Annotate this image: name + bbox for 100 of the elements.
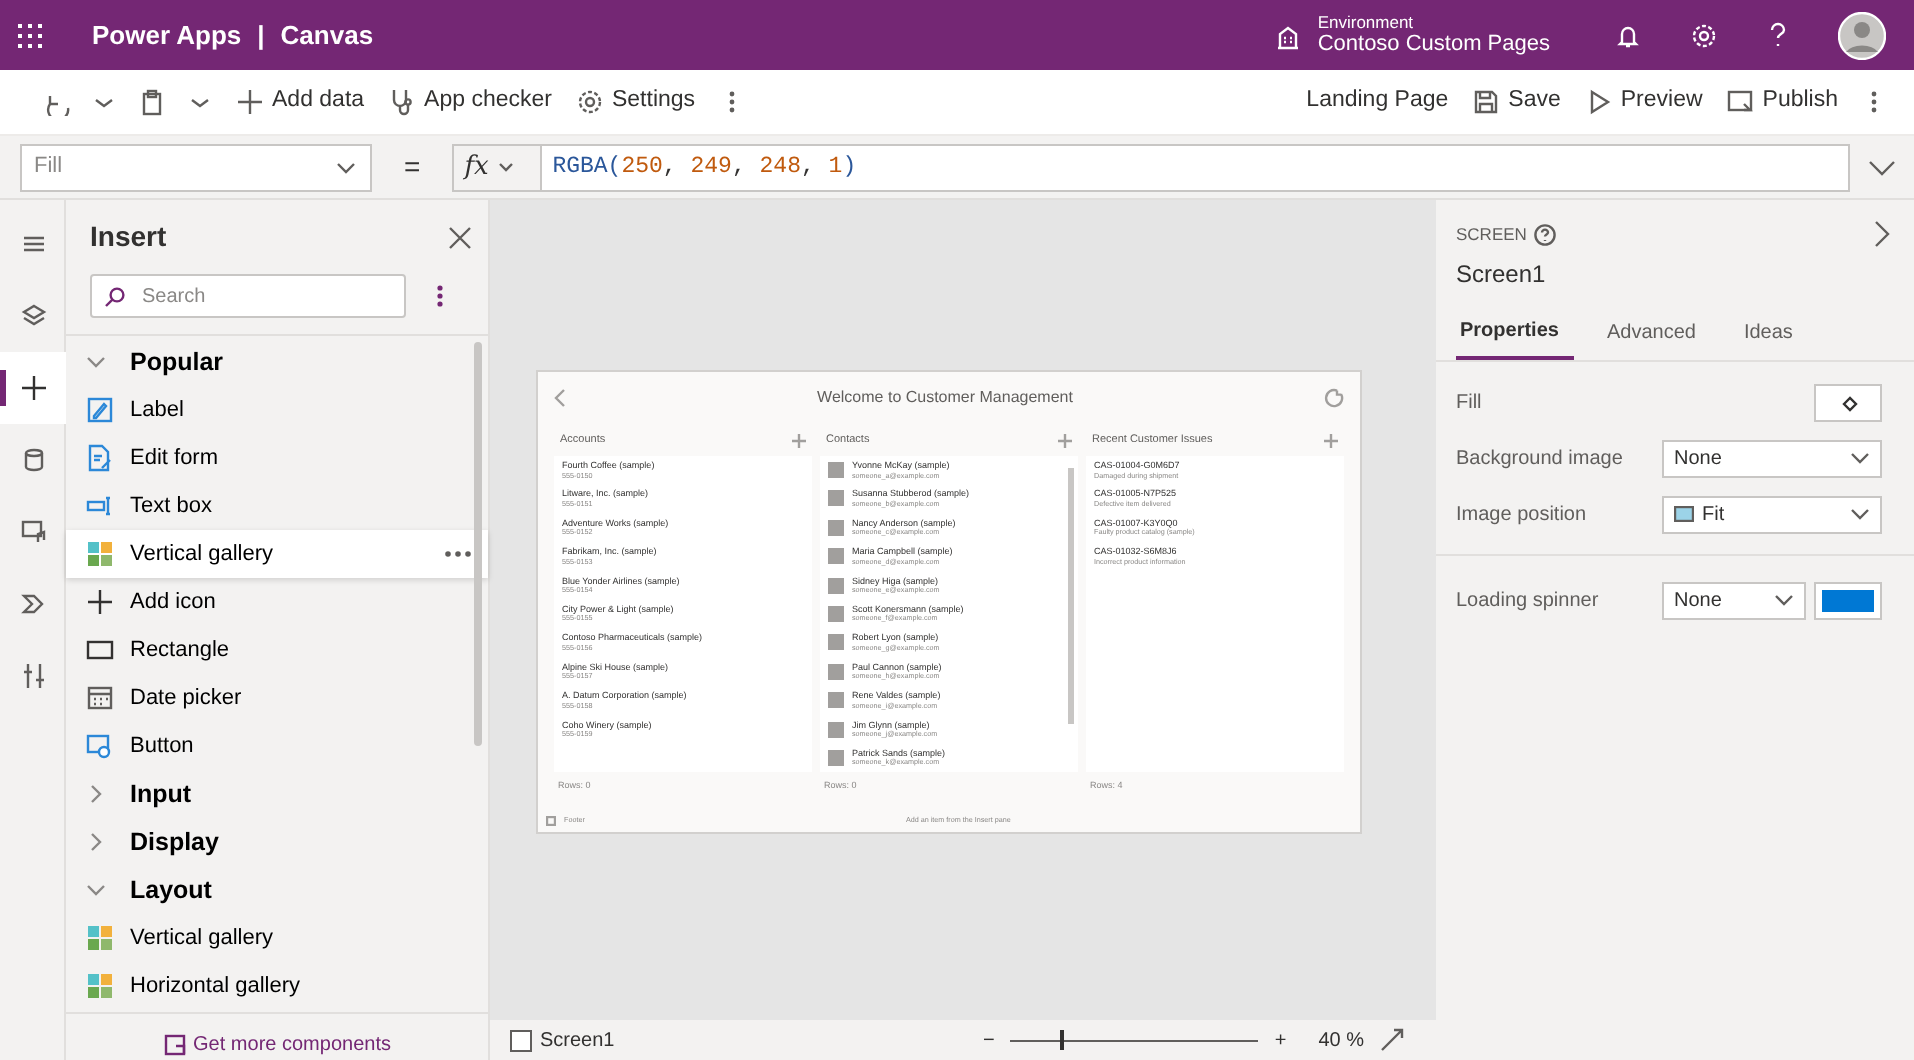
environment-label: Environment [1317,13,1416,31]
plus-icon [19,374,47,402]
property-label: Fill [1456,389,1484,417]
publish-button[interactable]: Publish [1714,80,1850,124]
search-icon [104,285,126,307]
zoom-out-button[interactable]: − [983,1025,995,1055]
property-dropdown[interactable]: Fit [1662,495,1882,533]
component-item[interactable]: Vertical gallery [66,530,488,578]
category-header[interactable]: Layout [66,866,488,914]
scrollbar[interactable] [1068,468,1074,724]
scrollbar[interactable] [474,342,482,746]
calendar-icon [86,684,114,712]
chevron-down-icon [86,352,106,372]
equals-sign: = [404,148,421,186]
component-item[interactable]: Date picker [66,674,488,722]
button-icon [86,732,114,760]
property-dropdown[interactable]: None [1662,439,1882,477]
checkbox[interactable] [510,1029,532,1051]
property-label: Background image [1456,445,1625,473]
settings-icon[interactable] [1690,21,1718,49]
fill-color-button[interactable] [1814,383,1882,421]
property-label: Loading spinner [1456,587,1601,615]
chevron-down-icon [86,880,106,900]
component-item[interactable]: Horizontal gallery [66,962,488,1010]
help-icon[interactable] [1534,223,1557,245]
panel-tab[interactable]: Advanced [1602,308,1712,360]
category-header[interactable]: Popular [66,338,488,386]
components-icon [163,1034,186,1056]
pencil-icon [86,396,114,424]
layers-icon [19,302,47,330]
text-box-icon [86,492,114,520]
caret-icon [496,157,517,177]
section-label: SCREEN [1456,221,1527,247]
fullscreen-icon[interactable] [1380,1028,1404,1052]
color-swatch[interactable] [1816,583,1880,617]
component-item[interactable]: Text box [66,482,488,530]
settings-button[interactable]: Settings [563,80,708,124]
component-item[interactable]: Add icon [66,578,488,626]
plus-tab[interactable] [0,352,66,424]
help-icon[interactable] [1766,21,1790,49]
search-field[interactable]: Search [90,274,406,318]
category-header[interactable]: Input [66,770,488,818]
app-launcher-icon[interactable] [16,21,44,49]
tools-icon [19,662,47,690]
title-separator: | [257,17,265,54]
component-item[interactable]: Vertical gallery [66,914,488,962]
screen-name[interactable]: Screen1 [540,1025,615,1055]
environment-name[interactable]: Contoso Custom Pages [1317,34,1550,57]
property-dropdown[interactable]: None [1662,581,1806,619]
panel-title: Insert [90,218,167,256]
plus-icon [236,88,264,116]
formula-input[interactable]: RGBA(250, 249, 248, 1) [540,143,1850,191]
component-item[interactable]: Label [66,386,488,434]
category-header[interactable]: Display [66,818,488,866]
chevron-right-icon[interactable] [1874,220,1890,248]
zoom-in-button[interactable]: + [1274,1025,1287,1055]
stethoscope-icon [388,88,417,116]
plus-icon [86,588,114,616]
app-mode: Canvas [280,17,374,54]
flow-icon [19,590,47,618]
screen-title: Welcome to Customer Management [815,386,1075,410]
database-icon [19,446,47,474]
property-dropdown[interactable]: Fill [20,143,372,191]
caret-icon [1850,448,1870,468]
footer-icon [546,815,556,825]
function-button[interactable]: fx [452,143,541,191]
component-item[interactable]: Edit form [66,434,488,482]
close-icon[interactable] [448,225,472,249]
app-checker-button[interactable]: App checker [376,80,564,124]
clipboard-icon[interactable] [138,88,166,116]
building-icon [1273,21,1302,49]
avatar-icon[interactable] [1838,11,1886,59]
rectangle-icon [86,636,114,664]
component-item[interactable]: Rectangle [66,626,488,674]
get-more-components-link[interactable]: Get more components [163,1030,391,1060]
app-title: Power Apps [92,17,242,54]
component-item[interactable]: Button [66,722,488,770]
publish-icon [1726,88,1755,116]
caret-icon [1774,590,1794,610]
media-icon [19,518,47,546]
screen-name: Screen1 [1456,258,1548,292]
bell-icon[interactable] [1614,21,1642,49]
save-button[interactable]: Save [1460,80,1573,124]
panel-tab[interactable]: Properties [1456,308,1575,360]
caret-icon [1850,504,1870,524]
settings-icon [575,88,604,116]
slider-thumb[interactable] [1060,1030,1065,1050]
more-icon[interactable] [436,284,444,308]
chevron-right-icon [86,784,106,804]
panel-tab[interactable]: Ideas [1739,308,1809,360]
save-icon [1472,88,1501,116]
gallery-icon [86,540,114,568]
chevron-right-icon [86,832,106,852]
gallery-icon [86,972,114,1000]
property-label: Image position [1456,501,1589,529]
zoom-percent: 40 % [1318,1027,1364,1055]
preview-button[interactable]: Preview [1572,80,1715,124]
more-icon[interactable] [444,550,472,558]
landing-page-button[interactable]: Landing Page [1294,80,1461,124]
add-data-button[interactable]: Add data [224,80,377,124]
